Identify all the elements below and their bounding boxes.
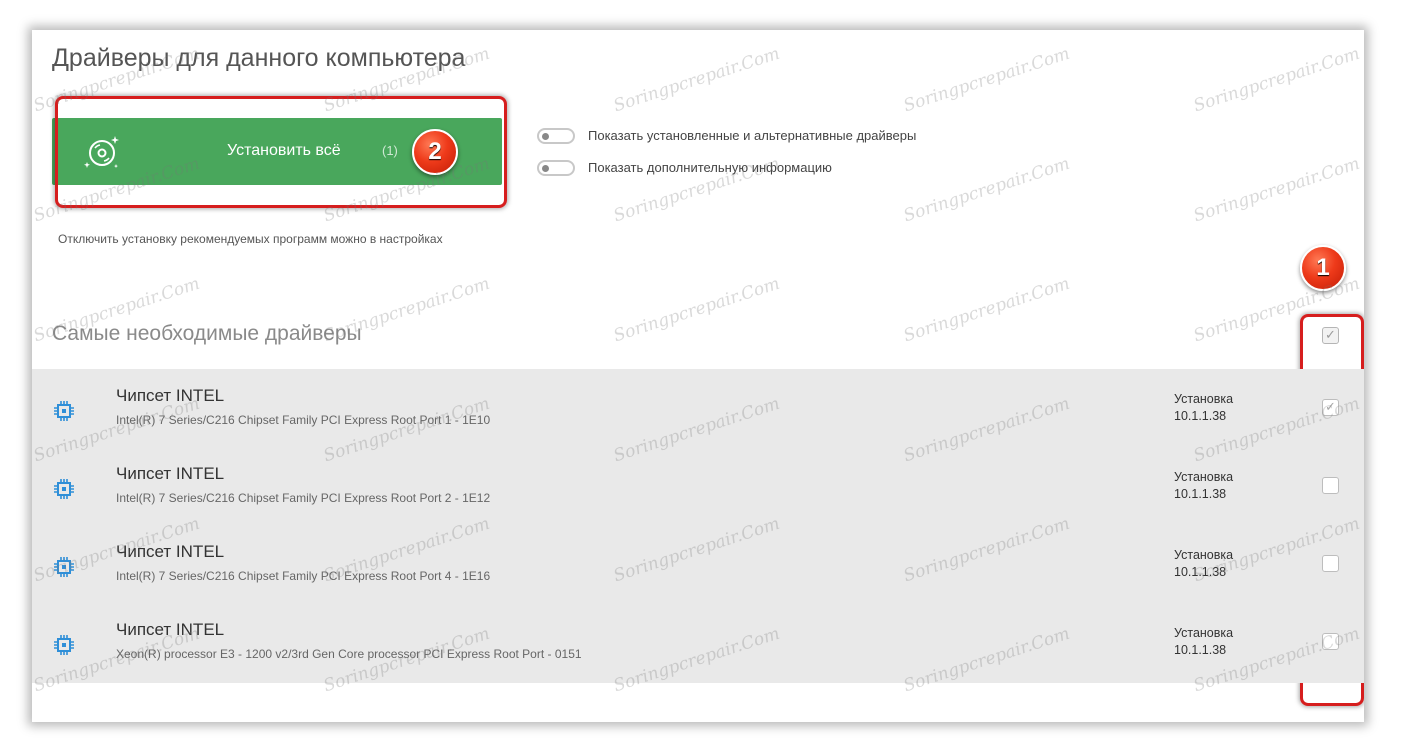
driver-action: Установка [1174,470,1234,484]
driver-description: Intel(R) 7 Series/C216 Chipset Family PC… [116,491,491,505]
driver-action: Установка [1174,548,1234,562]
select-all-checkbox[interactable]: ✓ [1322,327,1339,344]
driver-status: Установка 10.1.1.38 [1174,547,1233,581]
driver-action: Установка [1174,626,1234,640]
settings-hint: Отключить установку рекомендуемых програ… [58,232,443,246]
driver-checkbox[interactable] [1322,633,1339,650]
driver-checkbox[interactable] [1322,477,1339,494]
driver-row: Чипсет INTEL Intel(R) 7 Series/C216 Chip… [32,525,1364,603]
show-installed-toggle[interactable] [537,128,575,144]
driver-name: Чипсет INTEL [116,542,225,561]
driver-version: 10.1.1.38 [1174,643,1227,657]
toggle-knob [542,165,549,172]
driver-row: Чипсет INTEL Xeon(R) processor E3 - 1200… [32,603,1364,681]
driver-name: Чипсет INTEL [116,386,225,405]
driver-description: Xeon(R) processor E3 - 1200 v2/3rd Gen C… [116,647,582,661]
annotation-badge-1: 1 [1300,245,1346,291]
driver-version: 10.1.1.38 [1174,487,1227,501]
driver-row: Чипсет INTEL Intel(R) 7 Series/C216 Chip… [32,369,1364,447]
chip-icon [54,479,74,499]
chip-icon [54,557,74,577]
chip-icon [54,401,74,421]
driver-list: Чипсет INTEL Intel(R) 7 Series/C216 Chip… [32,369,1364,683]
toggle-knob [542,133,549,140]
driver-version: 10.1.1.38 [1174,409,1227,423]
section-title: Самые необходимые драйверы [52,322,362,345]
show-more-info-toggle[interactable] [537,160,575,176]
driver-status: Установка 10.1.1.38 [1174,469,1233,503]
driver-checkbox[interactable] [1322,555,1339,572]
driver-action: Установка [1174,392,1234,406]
driver-version: 10.1.1.38 [1174,565,1227,579]
page-title: Драйверы для данного компьютера [52,44,466,72]
driver-description: Intel(R) 7 Series/C216 Chipset Family PC… [116,569,491,583]
annotation-badge-2: 2 [412,129,458,175]
driver-status: Установка 10.1.1.38 [1174,391,1233,425]
drivers-panel: Драйверы для данного компьютера Установи… [32,30,1364,722]
driver-name: Чипсет INTEL [116,620,225,639]
show-more-info-label: Показать дополнительную информацию [588,160,832,175]
driver-status: Установка 10.1.1.38 [1174,625,1233,659]
driver-description: Intel(R) 7 Series/C216 Chipset Family PC… [116,413,491,427]
chip-icon [54,635,74,655]
show-more-info-option[interactable]: Показать дополнительную информацию [537,160,957,180]
show-installed-option[interactable]: Показать установленные и альтернативные … [537,128,957,148]
driver-checkbox[interactable]: ✓ [1322,399,1339,416]
driver-row: Чипсет INTEL Intel(R) 7 Series/C216 Chip… [32,447,1364,525]
show-installed-label: Показать установленные и альтернативные … [588,128,917,143]
driver-name: Чипсет INTEL [116,464,225,483]
